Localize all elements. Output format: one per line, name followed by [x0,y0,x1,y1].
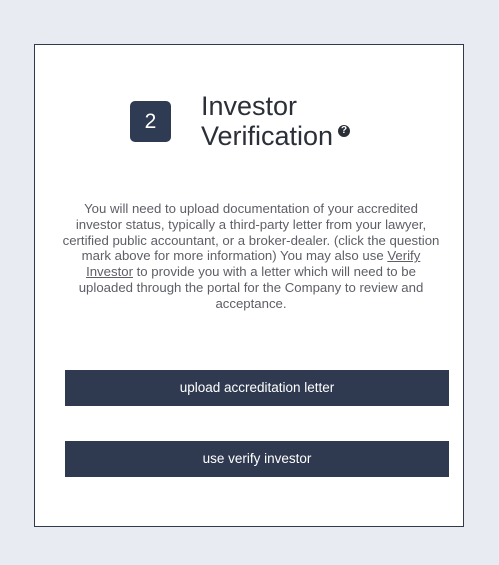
title-line-2-text: Verification [201,121,334,151]
verification-description: You will need to upload documentation of… [61,201,441,312]
investor-verification-card: 2 Investor Verification? You will need t… [34,44,464,527]
title-line-1: Investor [201,91,298,121]
question-circle-icon[interactable]: ? [338,125,351,137]
description-text-part-1: You will need to upload documentation of… [62,201,440,264]
section-title: Investor Verification? [201,91,351,151]
upload-accreditation-letter-button[interactable]: upload accreditation letter [65,370,449,406]
use-verify-investor-button[interactable]: use verify investor [65,441,449,477]
title-line-2: Verification? [201,121,351,151]
step-number-badge: 2 [130,101,171,142]
